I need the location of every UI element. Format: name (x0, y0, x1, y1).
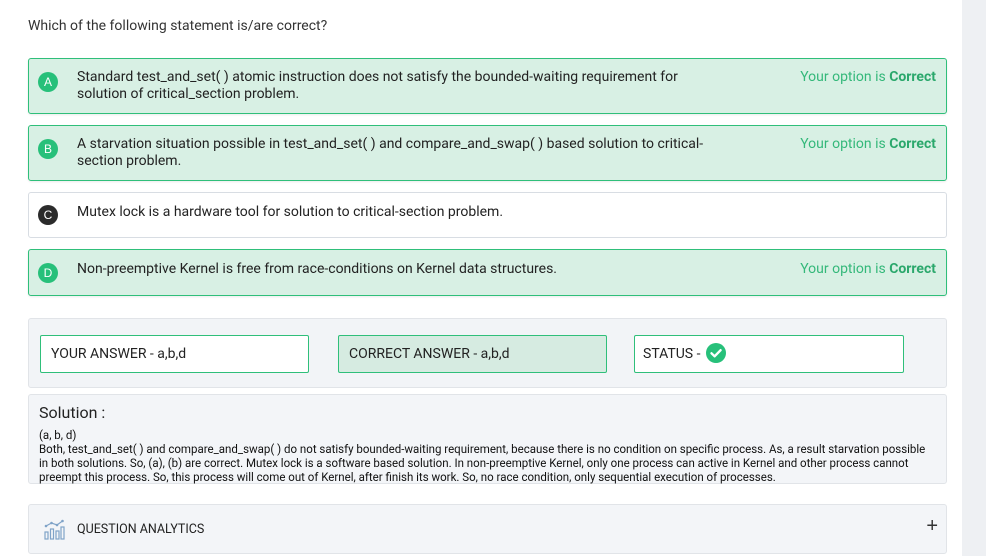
solution-answer-line: (a, b, d) (39, 428, 77, 442)
question-analytics-bar[interactable]: QUESTION ANALYTICS + (28, 504, 947, 554)
option-text: A starvation situation possible in test_… (77, 136, 704, 169)
solution-body: (a, b, d) Both, test_and_set( ) and comp… (39, 428, 929, 484)
analytics-label: QUESTION ANALYTICS (77, 522, 205, 537)
check-circle-icon (705, 343, 726, 364)
option-a[interactable]: A Standard test_and_set( ) atomic instru… (28, 58, 947, 114)
your-answer-box: YOUR ANSWER - a,b,d (40, 335, 309, 373)
correct-answer-box: CORRECT ANSWER - a,b,d (338, 335, 607, 373)
status-label: STATUS - (643, 346, 701, 362)
option-letter-badge: B (38, 139, 58, 159)
answers-panel: YOUR ANSWER - a,b,d CORRECT ANSWER - a,b… (28, 318, 947, 388)
option-letter-badge: A (38, 72, 58, 92)
solution-title: Solution : (39, 403, 106, 422)
option-status: Your option is Correct (800, 261, 936, 277)
solution-explanation: Both, test_and_set( ) and compare_and_sw… (39, 442, 926, 484)
option-text: Mutex lock is a hardware tool for soluti… (77, 204, 504, 220)
expand-plus-icon[interactable]: + (926, 516, 938, 536)
status-box: STATUS - (634, 335, 904, 373)
option-text: Non-preemptive Kernel is free from race-… (77, 261, 557, 277)
option-b[interactable]: B A starvation situation possible in tes… (28, 125, 947, 181)
option-status: Your option is Correct (800, 136, 936, 152)
analytics-chart-icon (43, 519, 65, 545)
solution-panel: Solution : (a, b, d) Both, test_and_set(… (28, 394, 947, 484)
question-text: Which of the following statement is/are … (28, 18, 328, 34)
question-card: Which of the following statement is/are … (0, 0, 962, 556)
option-letter-badge: C (38, 205, 58, 225)
option-c[interactable]: C Mutex lock is a hardware tool for solu… (28, 192, 947, 238)
option-letter-badge: D (38, 263, 58, 283)
option-text: Standard test_and_set( ) atomic instruct… (77, 69, 678, 102)
option-d[interactable]: D Non-preemptive Kernel is free from rac… (28, 249, 947, 296)
option-status: Your option is Correct (800, 69, 936, 85)
